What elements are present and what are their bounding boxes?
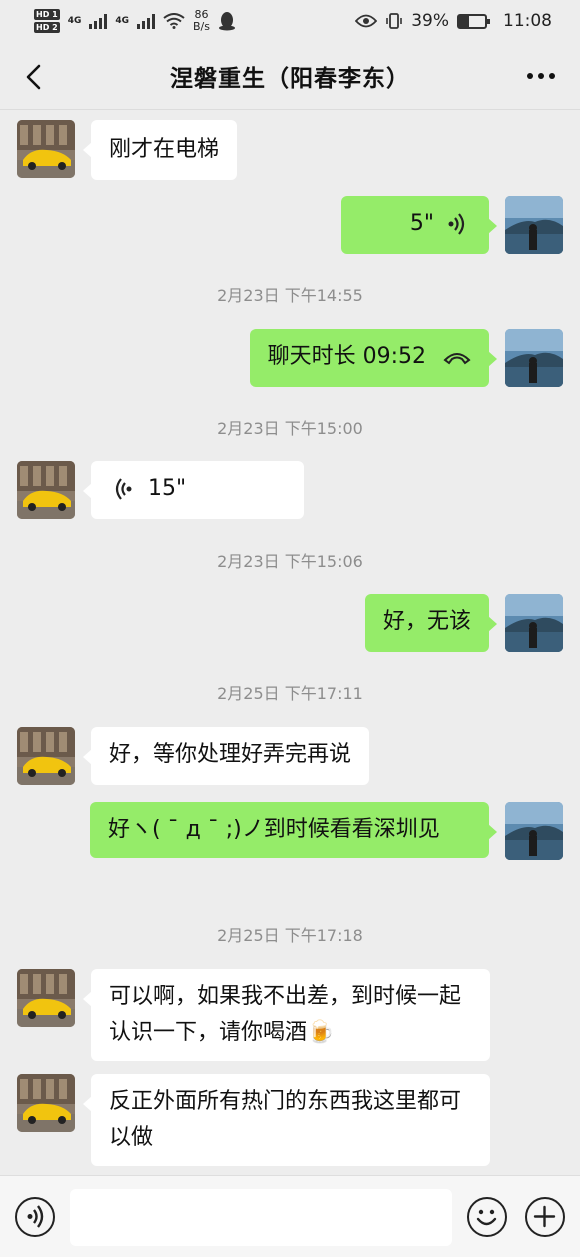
network-type-1: 4G bbox=[67, 16, 82, 26]
battery-percent: 39% bbox=[411, 11, 449, 31]
timestamp: 2月23日 下午14:55 bbox=[217, 286, 363, 305]
contact-avatar[interactable] bbox=[17, 727, 75, 785]
outgoing-voice-message[interactable]: 5" bbox=[341, 196, 497, 254]
incoming-message-bubble[interactable]: 刚才在电梯 bbox=[82, 120, 238, 180]
phone-hangup-icon bbox=[443, 353, 471, 365]
emoji-button[interactable] bbox=[467, 1197, 507, 1237]
penguin-icon bbox=[218, 12, 235, 31]
chat-title: 涅磐重生（阳春李东） bbox=[170, 65, 410, 92]
message-text: 好，无该 bbox=[382, 609, 471, 634]
input-bar bbox=[0, 1175, 580, 1257]
incoming-message-bubble[interactable]: 反正外面所有热门的东西我这里都可以做 bbox=[83, 1074, 490, 1166]
network-speed: 86 B/s bbox=[193, 9, 210, 33]
contact-avatar[interactable] bbox=[17, 969, 75, 1027]
outgoing-call-record[interactable]: 聊天时长 09:52 bbox=[249, 329, 498, 387]
sim-indicators: HD 1 HD 2 bbox=[34, 8, 60, 34]
contact-avatar[interactable] bbox=[17, 120, 75, 178]
timestamp: 2月25日 下午17:18 bbox=[217, 926, 363, 945]
vibrate-icon bbox=[386, 13, 403, 29]
plus-icon bbox=[533, 1205, 556, 1228]
clock: 11:08 bbox=[503, 11, 552, 31]
contact-avatar[interactable] bbox=[17, 461, 75, 519]
status-left: HD 1 HD 2 4G 4G 86 B/s bbox=[34, 8, 236, 34]
timestamp: 2月25日 下午17:11 bbox=[217, 684, 363, 703]
signal-bars-icon-1 bbox=[89, 13, 108, 29]
eye-icon bbox=[355, 14, 378, 28]
voice-wave-icon bbox=[448, 213, 465, 235]
incoming-voice-message[interactable]: 15" bbox=[83, 461, 304, 519]
wifi-icon bbox=[163, 13, 185, 29]
outgoing-message-bubble[interactable]: 好，无该 bbox=[364, 594, 498, 652]
my-avatar[interactable] bbox=[505, 594, 563, 652]
incoming-message-bubble[interactable]: 好，等你处理好弄完再说 bbox=[82, 727, 370, 785]
chat-header: 涅磐重生（阳春李东） bbox=[0, 42, 580, 110]
sim1-label: HD 1 bbox=[34, 9, 60, 20]
message-text: 好ヽ( ¯ д ¯ ;)ノ到时候看看深圳见 bbox=[108, 817, 440, 842]
my-avatar[interactable] bbox=[505, 196, 563, 254]
voice-icon bbox=[27, 1205, 44, 1228]
signal-bars-icon-2 bbox=[137, 13, 155, 29]
message-text: 刚才在电梯 bbox=[109, 137, 220, 162]
my-avatar[interactable] bbox=[505, 802, 563, 860]
status-right: 39% 11:08 bbox=[355, 11, 552, 31]
call-duration-text: 聊天时长 09:52 bbox=[267, 344, 426, 369]
incoming-message-bubble[interactable]: 可以啊，如果我不出差，到时候一起认识一下，请你喝酒🍺 bbox=[83, 969, 490, 1061]
voice-duration: 5" bbox=[409, 211, 434, 236]
message-text: 可以啊，如果我不出差，到时候一起认识一下，请你喝酒🍺 bbox=[109, 984, 462, 1045]
network-type-2: 4G bbox=[115, 16, 129, 26]
sim2-label: HD 2 bbox=[34, 22, 60, 33]
voice-input-toggle-button[interactable] bbox=[15, 1197, 55, 1237]
contact-avatar[interactable] bbox=[17, 1074, 75, 1132]
voice-duration: 15" bbox=[148, 476, 187, 501]
message-text: 好，等你处理好弄完再说 bbox=[109, 742, 352, 767]
status-bar: HD 1 HD 2 4G 4G 86 B/s 39% 11:08 bbox=[0, 0, 580, 42]
speed-unit: B/s bbox=[193, 20, 210, 33]
message-list[interactable]: 刚才在电梯 5" 2月23日 下午14:55 聊天时长 09:52 2月23日 … bbox=[0, 110, 580, 1175]
timestamp: 2月23日 下午15:00 bbox=[217, 419, 363, 438]
more-options-icon[interactable] bbox=[524, 66, 558, 86]
battery-fill bbox=[459, 15, 470, 27]
my-avatar[interactable] bbox=[505, 329, 563, 387]
message-text: 反正外面所有热门的东西我这里都可以做 bbox=[109, 1089, 462, 1150]
voice-wave-icon bbox=[115, 478, 132, 500]
more-functions-button[interactable] bbox=[525, 1197, 565, 1237]
message-input[interactable] bbox=[70, 1189, 452, 1246]
battery-icon bbox=[457, 13, 490, 29]
outgoing-message-bubble[interactable]: 好ヽ( ¯ д ¯ ;)ノ到时候看看深圳见 bbox=[90, 802, 497, 858]
smiley-icon bbox=[476, 1209, 497, 1226]
back-arrow-icon[interactable] bbox=[20, 62, 50, 92]
timestamp: 2月23日 下午15:06 bbox=[217, 552, 363, 571]
